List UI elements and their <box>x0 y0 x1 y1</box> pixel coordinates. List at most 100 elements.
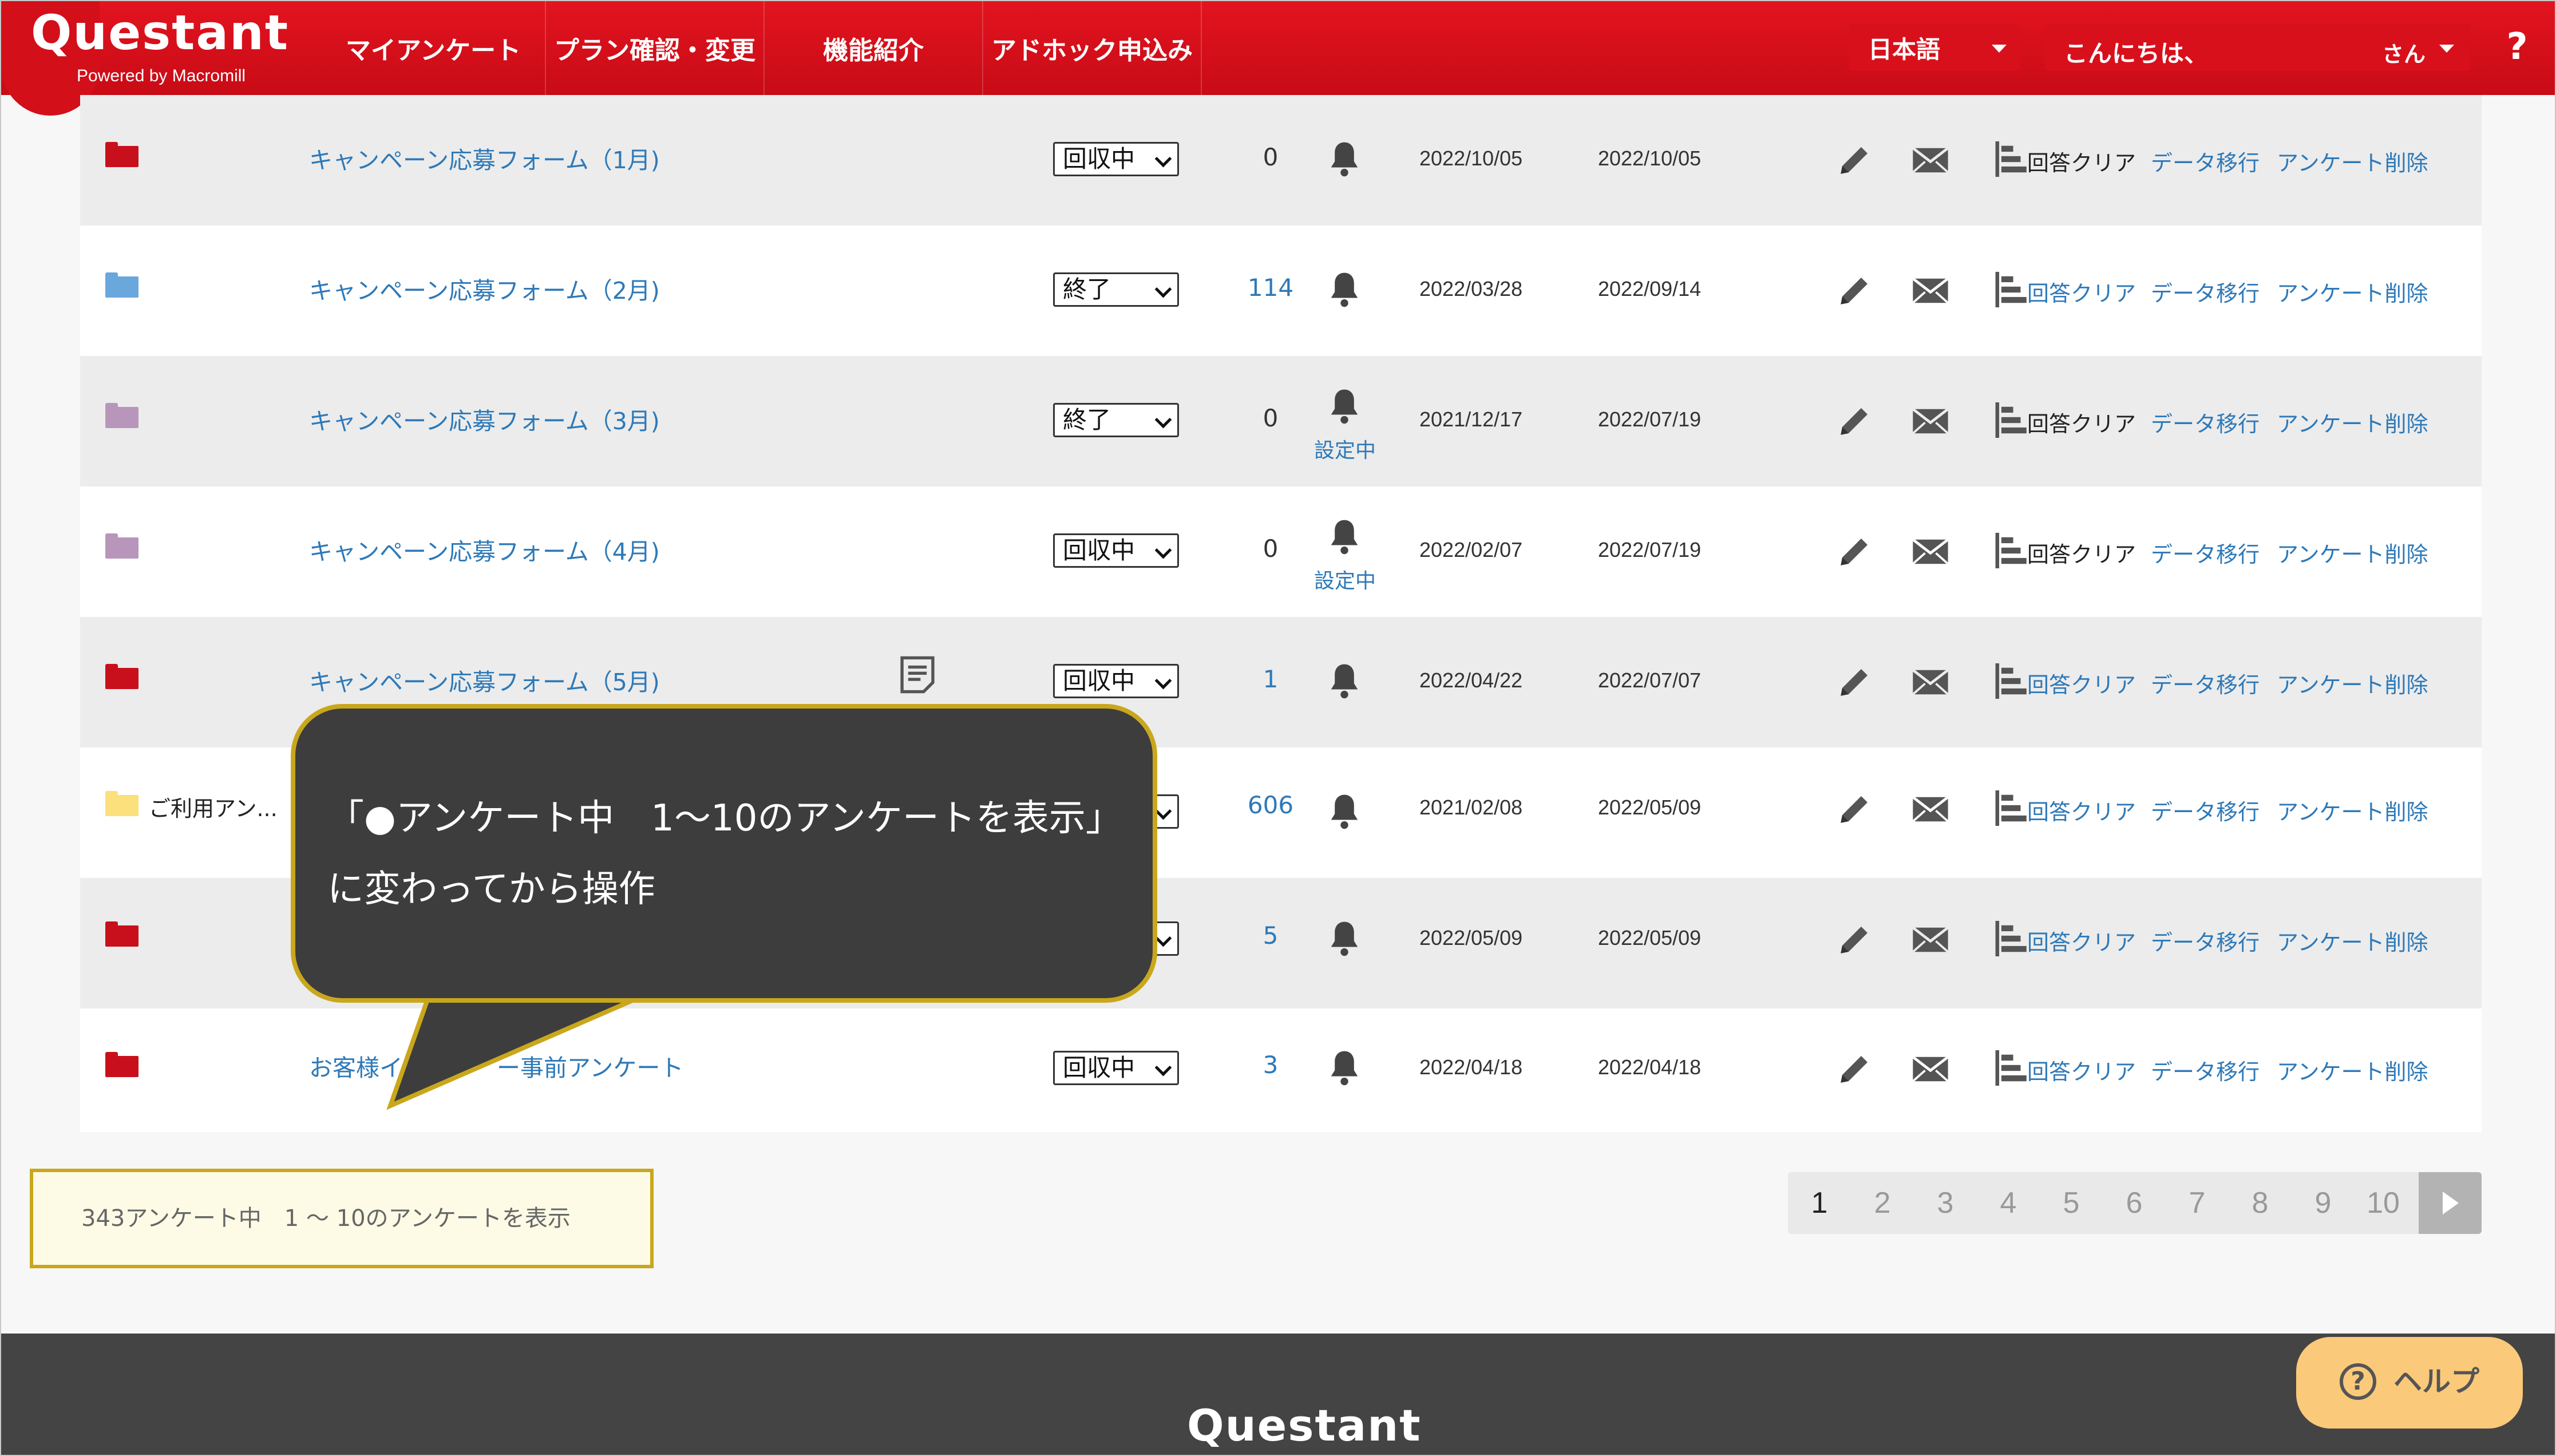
chart-icon[interactable] <box>1994 790 2029 826</box>
status-select[interactable]: 終了 <box>1053 272 1179 307</box>
bell-icon[interactable] <box>1327 269 1362 309</box>
page-9[interactable]: 9 <box>2292 1172 2355 1234</box>
delete-survey-link[interactable]: アンケート削除 <box>2277 1054 2428 1086</box>
clear-responses-link[interactable]: 回答クリア <box>2027 794 2136 826</box>
status-select[interactable]: 回収中 <box>1053 1051 1179 1085</box>
delete-survey-link[interactable]: アンケート削除 <box>2277 145 2428 177</box>
page-1[interactable]: 1 <box>1788 1172 1851 1234</box>
delete-survey-link[interactable]: アンケート削除 <box>2277 406 2428 438</box>
mail-icon[interactable] <box>1912 667 1949 697</box>
bell-icon[interactable] <box>1327 1047 1362 1087</box>
next-page-button[interactable] <box>2419 1172 2482 1234</box>
bell-icon[interactable] <box>1327 386 1362 426</box>
nav-plan[interactable]: プラン確認・変更 <box>546 1 765 95</box>
folder-icon[interactable] <box>105 664 139 689</box>
mail-icon[interactable] <box>1912 1054 1949 1084</box>
mail-icon[interactable] <box>1912 794 1949 824</box>
nav-adhoc[interactable]: アドホック申込み <box>983 1 1202 95</box>
data-migrate-link[interactable]: データ移行 <box>2151 406 2260 438</box>
edit-icon[interactable] <box>1836 402 1874 440</box>
chart-icon[interactable] <box>1994 663 2029 699</box>
edit-icon[interactable] <box>1836 271 1874 309</box>
clear-responses-link[interactable]: 回答クリア <box>2027 667 2136 699</box>
folder-icon[interactable] <box>105 921 139 947</box>
bell-icon[interactable] <box>1327 139 1362 179</box>
edit-icon[interactable] <box>1836 790 1874 828</box>
edit-icon[interactable] <box>1836 663 1874 701</box>
data-migrate-link[interactable]: データ移行 <box>2151 276 2260 307</box>
mail-icon[interactable] <box>1912 537 1949 567</box>
help-button[interactable]: ? ヘルプ <box>2296 1337 2523 1429</box>
response-count-link[interactable]: 5 <box>1230 921 1311 949</box>
folder-icon[interactable] <box>105 142 139 167</box>
mail-icon[interactable] <box>1912 145 1949 175</box>
delete-survey-link[interactable]: アンケート削除 <box>2277 276 2428 307</box>
data-migrate-link[interactable]: データ移行 <box>2151 1054 2260 1086</box>
mail-icon[interactable] <box>1912 925 1949 955</box>
notification-setting[interactable]: 設定中 <box>1309 564 1380 594</box>
bell-icon[interactable] <box>1327 660 1362 701</box>
folder-icon[interactable] <box>105 791 139 816</box>
delete-survey-link[interactable]: アンケート削除 <box>2277 794 2428 826</box>
survey-title-link[interactable]: ご利用アン... <box>149 791 278 822</box>
page-4[interactable]: 4 <box>1977 1172 2040 1234</box>
survey-title-link[interactable]: キャンペーン応募フォーム（5月) <box>309 663 660 697</box>
status-select[interactable]: 回収中 <box>1053 142 1179 176</box>
chart-icon[interactable] <box>1994 271 2029 308</box>
page-10[interactable]: 10 <box>2352 1172 2415 1234</box>
bell-icon[interactable] <box>1327 516 1362 556</box>
edit-icon[interactable] <box>1836 920 1874 958</box>
survey-title-link[interactable]: キャンペーン応募フォーム（1月) <box>309 141 660 175</box>
folder-icon[interactable] <box>105 403 139 428</box>
status-select[interactable]: 回収中 <box>1053 533 1179 568</box>
data-migrate-link[interactable]: データ移行 <box>2151 667 2260 699</box>
survey-title-link[interactable]: キャンペーン応募フォーム（2月) <box>309 271 660 306</box>
page-5[interactable]: 5 <box>2040 1172 2103 1234</box>
clear-responses-link[interactable]: 回答クリア <box>2027 276 2136 307</box>
questant-logo[interactable]: Questant <box>31 5 289 61</box>
page-7[interactable]: 7 <box>2166 1172 2229 1234</box>
delete-survey-link[interactable]: アンケート削除 <box>2277 925 2428 956</box>
user-menu[interactable]: こんにちは、 さん <box>2044 24 2470 71</box>
response-count-link[interactable]: 606 <box>1230 791 1311 819</box>
page-6[interactable]: 6 <box>2103 1172 2166 1234</box>
mail-icon[interactable] <box>1912 276 1949 306</box>
edit-icon[interactable] <box>1836 532 1874 570</box>
memo-icon[interactable] <box>899 655 936 695</box>
nav-my-survey[interactable]: マイアンケート <box>322 1 546 95</box>
page-2[interactable]: 2 <box>1851 1172 1914 1234</box>
response-count-link[interactable]: 3 <box>1230 1051 1311 1079</box>
response-count-link[interactable]: 1 <box>1230 665 1311 693</box>
chart-icon[interactable] <box>1994 532 2029 569</box>
mail-icon[interactable] <box>1912 406 1949 436</box>
clear-responses-link[interactable]: 回答クリア <box>2027 1054 2136 1086</box>
status-select[interactable]: 回収中 <box>1053 664 1179 698</box>
delete-survey-link[interactable]: アンケート削除 <box>2277 667 2428 699</box>
folder-icon[interactable] <box>105 272 139 298</box>
chart-icon[interactable] <box>1994 1050 2029 1086</box>
bell-icon[interactable] <box>1327 791 1362 831</box>
status-select[interactable]: 終了 <box>1053 403 1179 437</box>
chart-icon[interactable] <box>1994 920 2029 957</box>
survey-title-link[interactable]: キャンペーン応募フォーム（4月) <box>309 532 660 567</box>
folder-icon[interactable] <box>105 533 139 559</box>
page-3[interactable]: 3 <box>1914 1172 1977 1234</box>
delete-survey-link[interactable]: アンケート削除 <box>2277 537 2428 568</box>
data-migrate-link[interactable]: データ移行 <box>2151 537 2260 568</box>
edit-icon[interactable] <box>1836 141 1874 179</box>
language-select[interactable]: 日本語 <box>1849 24 2020 71</box>
folder-icon[interactable] <box>105 1052 139 1077</box>
nav-features[interactable]: 機能紹介 <box>765 1 983 95</box>
notification-setting[interactable]: 設定中 <box>1309 434 1380 464</box>
data-migrate-link[interactable]: データ移行 <box>2151 145 2260 177</box>
survey-title-link[interactable]: キャンペーン応募フォーム（3月) <box>309 402 660 436</box>
edit-icon[interactable] <box>1836 1050 1874 1087</box>
response-count-link[interactable]: 114 <box>1230 274 1311 302</box>
data-migrate-link[interactable]: データ移行 <box>2151 794 2260 826</box>
clear-responses-link[interactable]: 回答クリア <box>2027 925 2136 956</box>
help-icon[interactable]: ? <box>2494 18 2540 76</box>
data-migrate-link[interactable]: データ移行 <box>2151 925 2260 956</box>
chart-icon[interactable] <box>1994 402 2029 438</box>
bell-icon[interactable] <box>1327 918 1362 958</box>
chart-icon[interactable] <box>1994 141 2029 177</box>
